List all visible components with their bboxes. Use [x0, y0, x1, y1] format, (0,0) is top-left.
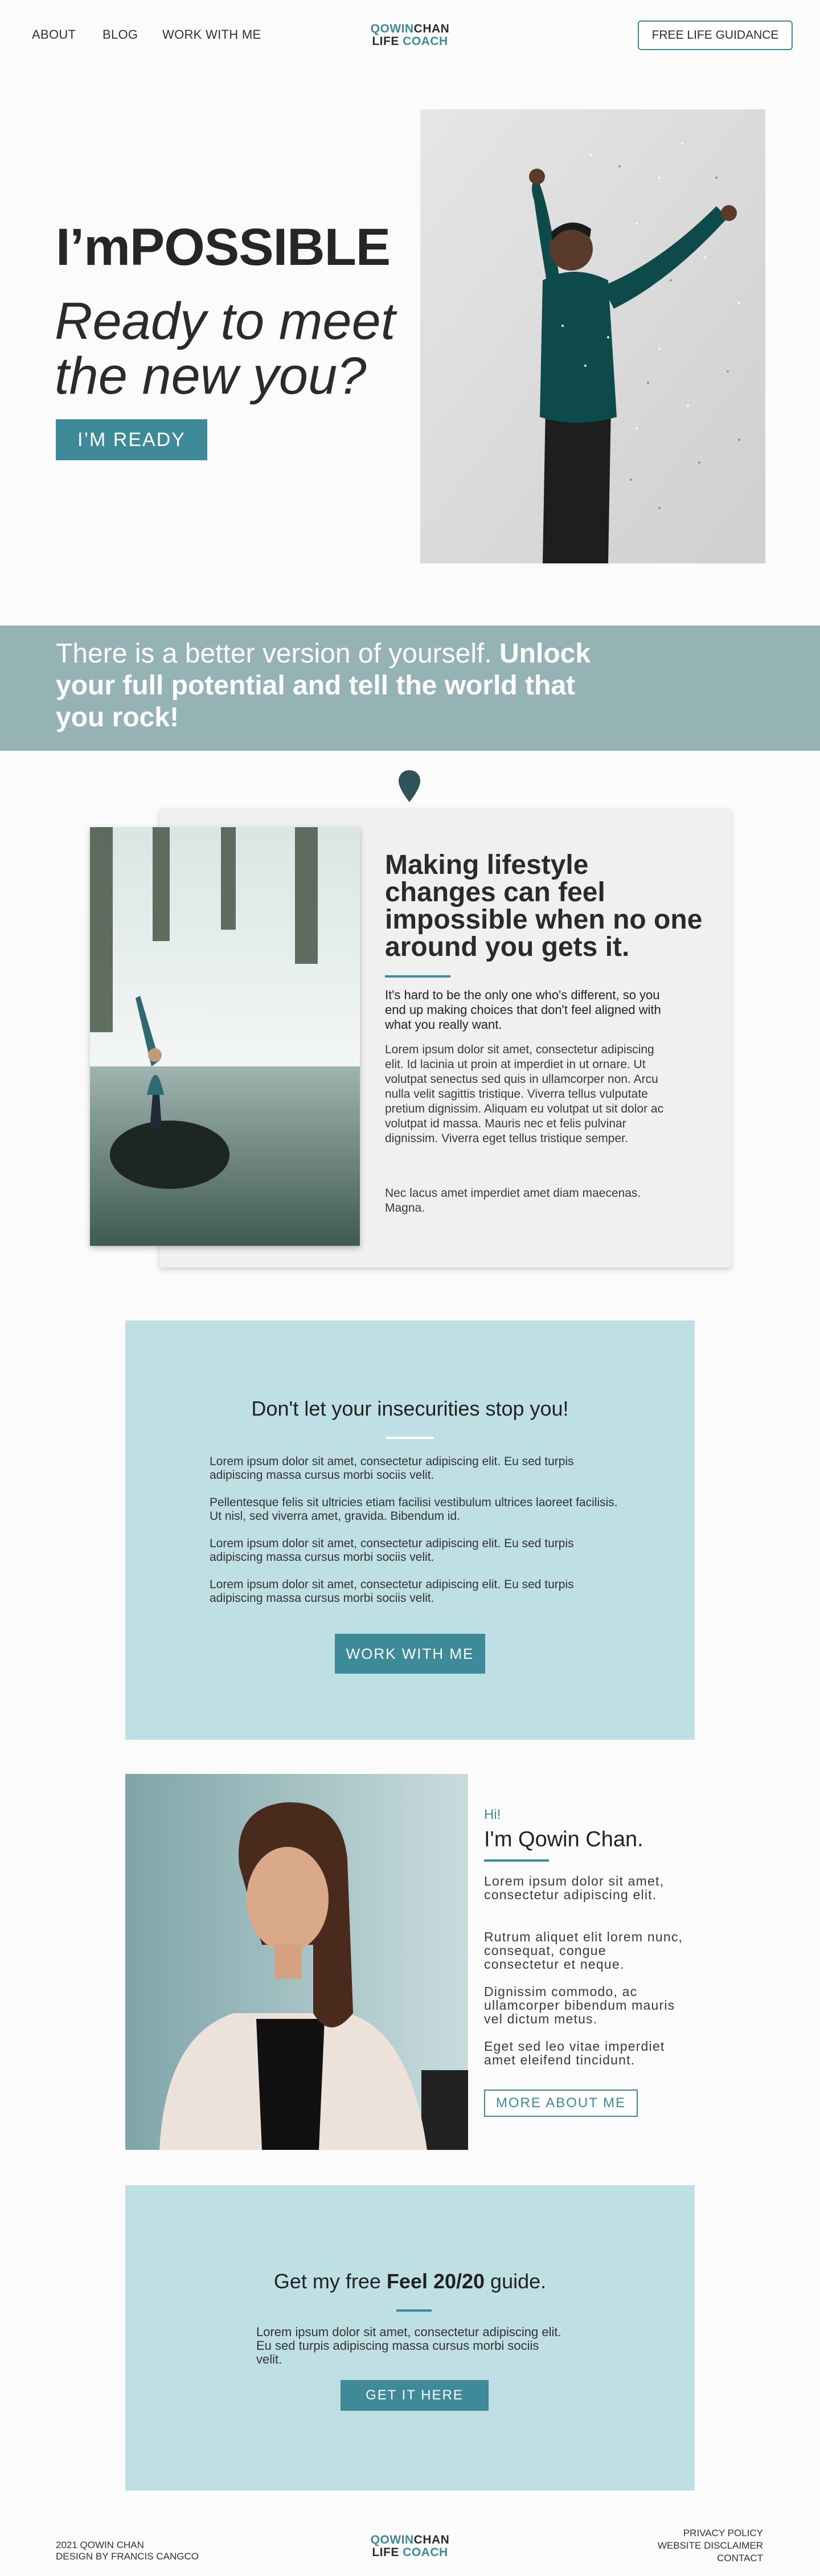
guide-heading-post: guide.	[485, 2270, 547, 2293]
lifestyle-lead: It's hard to be the only one who's diffe…	[385, 988, 661, 1032]
logo-text: QOWIN	[370, 2533, 414, 2546]
footer-logo[interactable]: QOWINCHAN LIFE COACH	[364, 2534, 456, 2559]
about-paragraph: Lorem ipsum dolor sit amet, consectetur …	[484, 1874, 665, 1902]
nav-work-with-me[interactable]: WORK WITH ME	[162, 27, 261, 42]
footer-credit: DESIGN BY FRANCIS CANGCO	[56, 2551, 199, 2562]
tagline-banner: There is a better version of yourself. U…	[0, 625, 820, 751]
nav-blog[interactable]: BLOG	[102, 27, 138, 42]
lifestyle-body-2: Nec lacus amet imperdiet amet diam maece…	[385, 1187, 641, 1215]
insecurities-paragraph: Lorem ipsum dolor sit amet, consectetur …	[210, 1537, 574, 1564]
guide-divider	[396, 2309, 432, 2312]
hero-title: I’mPOSSIBLE	[56, 218, 391, 276]
work-with-me-button[interactable]: WORK WITH ME	[335, 1634, 485, 1674]
footer-link-website-disclaimer[interactable]: WEBSITE DISCLAIMER	[592, 2540, 763, 2552]
greeting-text: Hi!	[484, 1807, 501, 1822]
insecurities-divider	[386, 1437, 434, 1439]
insecurities-heading: Don't let your insecurities stop you!	[251, 1397, 569, 1420]
logo-text: LIFE	[372, 35, 403, 48]
footer-link-contact[interactable]: CONTACT	[592, 2552, 763, 2565]
lifestyle-body: Lorem ipsum dolor sit amet, consectetur …	[385, 1043, 664, 1145]
footer-left: 2021 QOWIN CHAN DESIGN BY FRANCIS CANGCO	[56, 2540, 199, 2562]
banner-light-text: There is a better version of yourself.	[56, 639, 500, 669]
banner-text: There is a better version of yourself. U…	[56, 638, 625, 734]
about-heading: I'm Qowin Chan.	[484, 1827, 643, 1851]
waterfall-illustration	[90, 827, 360, 1246]
insecurities-paragraph: Lorem ipsum dolor sit amet, consectetur …	[210, 1578, 574, 1605]
free-guide-section: Get my free Feel 20/20 guide. Lorem ipsu…	[125, 2185, 695, 2491]
logo-text: COACH	[403, 2546, 448, 2559]
logo-text: QOWIN	[370, 22, 414, 35]
nav-about[interactable]: ABOUT	[32, 27, 76, 42]
lifestyle-divider	[385, 975, 450, 978]
guide-body: Lorem ipsum dolor sit amet, consectetur …	[256, 2325, 561, 2366]
guide-heading: Get my free Feel 20/20 guide.	[125, 2270, 695, 2293]
guide-heading-bold: Feel 20/20	[386, 2270, 485, 2293]
get-it-here-button[interactable]: GET IT HERE	[341, 2380, 489, 2411]
portrait-illustration	[125, 1774, 468, 2150]
footer-copyright: 2021 QOWIN CHAN	[56, 2540, 144, 2550]
lifestyle-heading: Making lifestyle changes can feel imposs…	[385, 850, 703, 962]
portrait-photo	[125, 1774, 468, 2150]
footer-links: PRIVACY POLICY WEBSITE DISCLAIMER CONTAC…	[592, 2527, 763, 2565]
logo-text: LIFE	[372, 2546, 403, 2559]
hero-photo-illustration	[420, 109, 765, 563]
insecurities-paragraph: Lorem ipsum dolor sit amet, consectetur …	[210, 1455, 574, 1482]
insecurities-paragraph: Pellentesque felis sit ultricies etiam f…	[210, 1496, 618, 1523]
site-logo[interactable]: QOWINCHAN LIFE COACH	[364, 23, 456, 48]
about-paragraph: Eget sed leo vitae imperdiet amet eleife…	[484, 2039, 665, 2067]
free-guidance-button[interactable]: FREE LIFE GUIDANCE	[638, 21, 793, 50]
about-paragraph: Rutrum aliquet elit lorem nunc, consequa…	[484, 1929, 683, 1972]
waterfall-photo	[90, 827, 360, 1246]
location-pin-icon	[399, 770, 420, 805]
guide-heading-pre: Get my free	[273, 2270, 387, 2293]
about-paragraph: Dignissim commodo, ac ullamcorper bibend…	[484, 1984, 675, 2026]
im-ready-button[interactable]: I’M READY	[56, 419, 207, 460]
logo-text: CHAN	[413, 2533, 450, 2546]
more-about-me-button[interactable]: MORE ABOUT ME	[484, 2090, 638, 2117]
logo-text: COACH	[403, 35, 448, 48]
insecurities-section: Don't let your insecurities stop you! Lo…	[125, 1320, 695, 1740]
about-divider	[484, 1859, 549, 1862]
hero-photo-woman-celebrating	[420, 109, 765, 563]
hero-subtitle: Ready to meet the new you?	[55, 292, 396, 405]
logo-text: CHAN	[413, 22, 450, 35]
footer-link-privacy-policy[interactable]: PRIVACY POLICY	[592, 2527, 763, 2540]
